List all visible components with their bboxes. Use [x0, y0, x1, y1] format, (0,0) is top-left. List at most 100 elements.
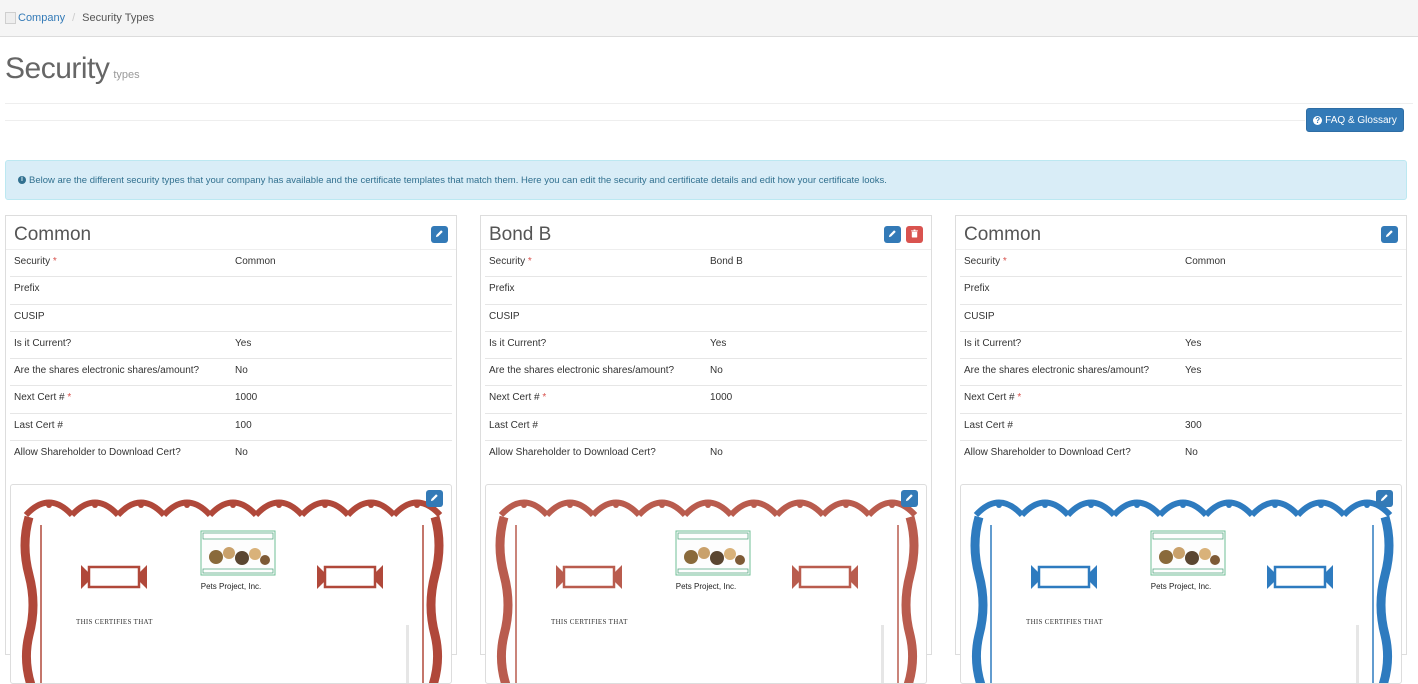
delete-security-button[interactable]: [906, 226, 923, 243]
required-mark: *: [52, 256, 57, 267]
field-row-electronic: Are the shares electronic shares/amount?…: [485, 359, 927, 387]
edit-certificate-button[interactable]: [1376, 490, 1393, 507]
field-row-next-cert: Next Cert # *: [960, 386, 1402, 414]
security-card: Bond B Security * Bond B Prefix CUSIP Is…: [480, 215, 932, 684]
breadcrumb-company-link[interactable]: Company: [18, 12, 65, 24]
field-label: Allow Shareholder to Download Cert?: [489, 447, 656, 459]
field-label: Last Cert #: [964, 419, 1013, 431]
security-card: Common Security * Common Prefix CUSIP Is…: [5, 215, 457, 684]
home-icon: [5, 12, 16, 24]
field-label: CUSIP: [964, 310, 995, 322]
certificate-company-name: Pets Project, Inc.: [1150, 582, 1212, 591]
breadcrumb-separator: /: [72, 12, 76, 24]
field-label: CUSIP: [489, 310, 520, 322]
field-value: 100: [235, 419, 252, 431]
breadcrumb: Company / Security Types: [0, 0, 1418, 37]
required-mark: *: [1017, 392, 1022, 404]
pencil-icon: [888, 229, 897, 241]
field-label: Last Cert #: [489, 419, 538, 431]
page-title-text: Security: [5, 52, 110, 85]
field-row-last-cert: Last Cert # 300: [960, 414, 1402, 442]
field-value: Yes: [235, 337, 252, 349]
field-row-electronic: Are the shares electronic shares/amount?…: [10, 359, 452, 387]
field-value: No: [235, 447, 248, 459]
card-title: Common: [964, 224, 1042, 245]
field-row-security: Security * Common: [10, 250, 452, 278]
field-label: Is it Current?: [489, 337, 547, 349]
company-logo: [675, 530, 751, 576]
field-row-allow-download: Allow Shareholder to Download Cert? No: [485, 441, 927, 468]
field-label: Allow Shareholder to Download Cert?: [964, 447, 1131, 459]
field-row-cusip: CUSIP: [10, 305, 452, 332]
pencil-icon: [905, 493, 914, 505]
pencil-icon: [430, 493, 439, 505]
card-header: Common: [956, 216, 1406, 250]
field-label: Is it Current?: [14, 337, 72, 349]
field-row-next-cert: Next Cert # * 1000: [485, 386, 927, 414]
field-row-cusip: CUSIP: [485, 305, 927, 332]
edit-security-button[interactable]: [431, 226, 448, 243]
field-row-is-current: Is it Current? Yes: [10, 332, 452, 360]
certificate-company-name: Pets Project, Inc.: [200, 582, 262, 591]
company-logo: [1150, 530, 1226, 576]
field-label: Next Cert # *: [964, 392, 1022, 404]
certificate-certifies-text: THIS CERTIFIES THAT: [1026, 618, 1103, 626]
certificate-preview[interactable]: Pets Project, Inc. THIS CERTIFIES THAT: [485, 484, 927, 684]
page-subtitle: types: [113, 69, 140, 81]
field-value: No: [235, 365, 248, 377]
field-row-prefix: Prefix: [10, 277, 452, 305]
divider: [5, 103, 1413, 104]
field-row-electronic: Are the shares electronic shares/amount?…: [960, 359, 1402, 387]
field-row-security: Security * Bond B: [485, 250, 927, 278]
field-row-prefix: Prefix: [485, 277, 927, 305]
field-label: Prefix: [14, 283, 40, 295]
faq-glossary-label: FAQ & Glossary: [1325, 114, 1397, 126]
field-value: 1000: [710, 392, 733, 404]
field-row-is-current: Is it Current? Yes: [960, 332, 1402, 360]
field-value: Yes: [1185, 365, 1202, 377]
field-value: 300: [1185, 419, 1202, 431]
field-row-allow-download: Allow Shareholder to Download Cert? No: [10, 441, 452, 468]
field-value: No: [710, 447, 723, 459]
field-value: Yes: [1185, 337, 1202, 349]
field-value: Common: [235, 256, 276, 267]
card-header: Common: [6, 216, 456, 250]
field-value: 1000: [235, 392, 258, 404]
field-label: Allow Shareholder to Download Cert?: [14, 447, 181, 459]
divider: [5, 120, 1305, 121]
certificate-preview[interactable]: Pets Project, Inc. THIS CERTIFIES THAT: [960, 484, 1402, 684]
trash-icon: [910, 229, 919, 241]
field-row-prefix: Prefix: [960, 277, 1402, 305]
field-label: Security *: [964, 256, 1007, 267]
field-label: Prefix: [964, 283, 990, 295]
edit-security-button[interactable]: [884, 226, 901, 243]
field-label: Are the shares electronic shares/amount?: [964, 365, 1150, 377]
certificate-preview[interactable]: Pets Project, Inc. THIS CERTIFIES THAT: [10, 484, 452, 684]
field-value: No: [710, 365, 723, 377]
field-value: Bond B: [710, 256, 743, 267]
field-row-last-cert: Last Cert #: [485, 414, 927, 442]
security-card: Common Security * Common Prefix CUSIP Is…: [955, 215, 1407, 684]
edit-security-button[interactable]: [1381, 226, 1398, 243]
field-row-security: Security * Common: [960, 250, 1402, 278]
field-label: Are the shares electronic shares/amount?: [14, 365, 200, 377]
required-mark: *: [527, 256, 532, 267]
card-title: Common: [14, 224, 92, 245]
card-title: Bond B: [489, 224, 552, 245]
faq-glossary-button[interactable]: ? FAQ & Glossary: [1306, 108, 1404, 132]
field-label: Security *: [489, 256, 532, 267]
field-label: Next Cert # *: [489, 392, 547, 404]
field-row-allow-download: Allow Shareholder to Download Cert? No: [960, 441, 1402, 468]
field-value: Common: [1185, 256, 1226, 267]
field-label: Next Cert # *: [14, 392, 72, 404]
edit-certificate-button[interactable]: [426, 490, 443, 507]
edit-certificate-button[interactable]: [901, 490, 918, 507]
info-alert: i Below are the different security types…: [5, 160, 1407, 200]
certificate-certifies-text: THIS CERTIFIES THAT: [76, 618, 153, 626]
certificate-company-name: Pets Project, Inc.: [675, 582, 737, 591]
field-label: CUSIP: [14, 310, 45, 322]
page-title: Security types: [5, 52, 140, 86]
pencil-icon: [1385, 229, 1394, 241]
field-label: Prefix: [489, 283, 515, 295]
field-row-next-cert: Next Cert # * 1000: [10, 386, 452, 414]
